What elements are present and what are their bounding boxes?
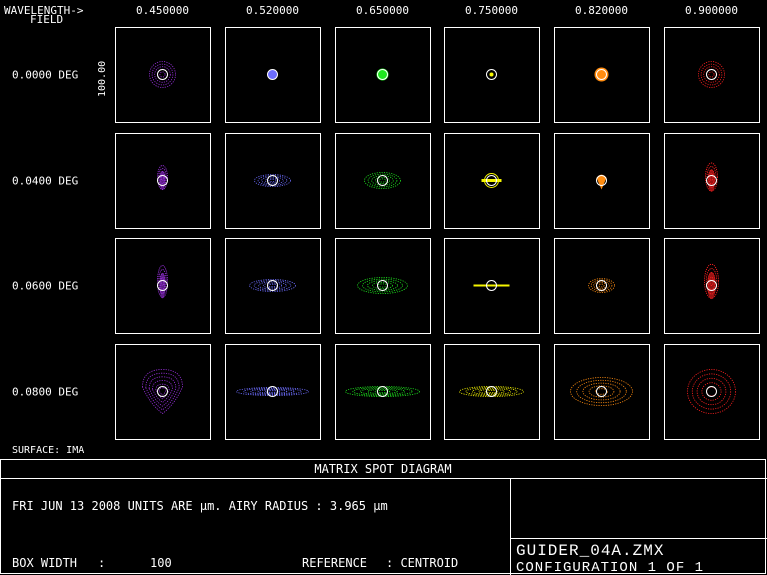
airy-circle (706, 69, 717, 80)
airy-circle (596, 280, 607, 291)
spot-pattern (357, 277, 408, 294)
field-1: 0.0000 DEG (12, 69, 78, 82)
spot-cell-r2-c2 (225, 133, 321, 229)
spot-box (444, 344, 540, 440)
spot-box (664, 344, 760, 440)
spot-cell-r1-c3 (335, 27, 431, 123)
spot-pattern (459, 386, 524, 397)
spot-cell-r3-c6 (664, 238, 760, 334)
spot-pattern (254, 174, 291, 187)
wavelength-6: 0.900000 (685, 4, 738, 17)
spot-cell-r3-c2 (225, 238, 321, 334)
spot-cell-r4-c3 (335, 344, 431, 440)
box-width-label: BOX WIDTH (12, 556, 77, 570)
spot-pattern (149, 61, 176, 88)
configuration-label: CONFIGURATION 1 OF 1 (516, 560, 704, 575)
spot-cell-r4-c6 (664, 344, 760, 440)
spot-pattern (236, 387, 309, 396)
field-4: 0.0800 DEG (12, 386, 78, 399)
spot-cell-r1-c5 (554, 27, 650, 123)
spot-cell-r1-c6 (664, 27, 760, 123)
spot-box (335, 238, 431, 334)
wavelength-5: 0.820000 (575, 4, 628, 17)
spot-cell-r4-c2 (225, 344, 321, 440)
airy-circle (486, 386, 497, 397)
wavelength-2: 0.520000 (246, 4, 299, 17)
spot-cell-r4-c1 (115, 344, 211, 440)
spot-pattern (489, 72, 494, 77)
spot-box (225, 238, 321, 334)
wavelength-4: 0.750000 (465, 4, 518, 17)
spot-box (115, 27, 211, 123)
spot-cell-r2-c3 (335, 133, 431, 229)
field-3: 0.0600 DEG (12, 280, 78, 293)
spot-pattern (376, 68, 389, 81)
field-labels: 0.0000 DEG 0.0400 DEG 0.0600 DEG 0.0800 DEG (12, 69, 78, 399)
spot-box (554, 344, 650, 440)
airy-circle (706, 386, 717, 397)
spot-cell-r2-c4 (444, 133, 540, 229)
spot-cell-r3-c3 (335, 238, 431, 334)
spot-cell-r1-c4 (444, 27, 540, 123)
surface-label: SURFACE: IMA (12, 445, 84, 456)
airy-circle (377, 280, 388, 291)
spot-pattern (345, 386, 420, 397)
file-name: GUIDER_04A.ZMX (516, 542, 664, 560)
spot-box (335, 344, 431, 440)
reference-value: : CENTROID (386, 556, 458, 570)
spot-box (115, 344, 211, 440)
spot-pattern (698, 61, 725, 88)
spot-grid (115, 27, 760, 440)
spot-cell-r2-c5 (554, 133, 650, 229)
spot-pattern (687, 369, 736, 414)
airy-circle (596, 386, 607, 397)
spot-box (554, 238, 650, 334)
spot-box (225, 344, 321, 440)
spot-pattern (157, 165, 168, 191)
spot-pattern (364, 172, 401, 189)
spot-cell-r2-c6 (664, 133, 760, 229)
spot-cell-r4-c5 (554, 344, 650, 440)
wavelength-1: 0.450000 (136, 4, 189, 17)
spot-cell-r1-c2 (225, 27, 321, 123)
spot-cell-r1-c1 (115, 27, 211, 123)
spot-box (335, 133, 431, 229)
spot-box (664, 27, 760, 123)
spot-cell-r2-c1 (115, 133, 211, 229)
field-label: FIELD (30, 13, 63, 26)
reference-label: REFERENCE (302, 556, 367, 570)
spot-box (225, 133, 321, 229)
wavelength-headers: 0.450000 0.520000 0.650000 0.750000 0.820000… (136, 4, 738, 17)
info-line: FRI JUN 13 2008 UNITS ARE µm. AIRY RADIU… (12, 499, 388, 513)
spot-pattern (704, 263, 719, 300)
spot-cell-r4-c4 (444, 344, 540, 440)
spot-pattern (142, 369, 183, 414)
spot-diagram-canvas: WAVELENGTH-> FIELD 0.450000 0.520000 0.650… (0, 4, 767, 575)
diagram-title: MATRIX SPOT DIAGRAM (314, 462, 451, 476)
box-width-separator: : (98, 556, 105, 570)
spot-pattern (570, 377, 633, 406)
box-width-value: 100 (150, 556, 172, 570)
airy-circle (157, 69, 168, 80)
spot-pattern (249, 279, 296, 292)
spot-cell-r3-c4 (444, 238, 540, 334)
field-2: 0.0400 DEG (12, 175, 78, 188)
airy-circle (377, 386, 388, 397)
wavelength-3: 0.650000 (356, 4, 409, 17)
spot-cell-r3-c5 (554, 238, 650, 334)
spot-cell-r3-c1 (115, 238, 211, 334)
scale-label: 100.00 (97, 61, 108, 97)
